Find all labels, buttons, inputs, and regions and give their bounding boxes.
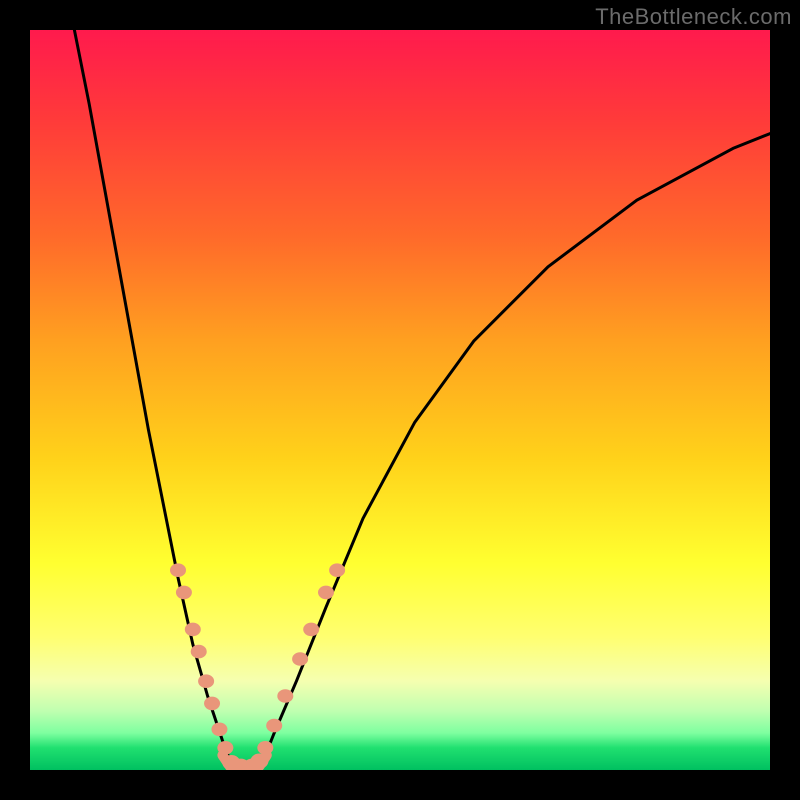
marker-right-branch-markers xyxy=(318,586,334,600)
marker-left-branch-markers xyxy=(176,586,192,600)
chart-frame: TheBottleneck.com xyxy=(0,0,800,800)
marker-right-branch-markers xyxy=(329,563,345,577)
chart-svg xyxy=(30,30,770,770)
marker-left-branch-markers xyxy=(198,674,214,688)
series-right-curve xyxy=(259,134,770,770)
marker-left-branch-markers xyxy=(211,723,227,737)
series-left-curve xyxy=(74,30,233,770)
marker-left-branch-markers xyxy=(191,645,207,659)
marker-right-branch-markers xyxy=(292,652,308,666)
marker-valley-bottom-markers xyxy=(250,753,268,768)
marker-left-branch-markers xyxy=(170,563,186,577)
plot-area xyxy=(30,30,770,770)
marker-left-branch-markers xyxy=(185,623,201,637)
watermark-text: TheBottleneck.com xyxy=(595,4,792,30)
marker-right-branch-markers xyxy=(303,623,319,637)
marker-right-branch-markers xyxy=(257,741,273,755)
marker-left-branch-markers xyxy=(204,697,220,711)
marker-right-branch-markers xyxy=(266,719,282,733)
marker-left-branch-markers xyxy=(217,741,233,755)
marker-right-branch-markers xyxy=(277,689,293,703)
